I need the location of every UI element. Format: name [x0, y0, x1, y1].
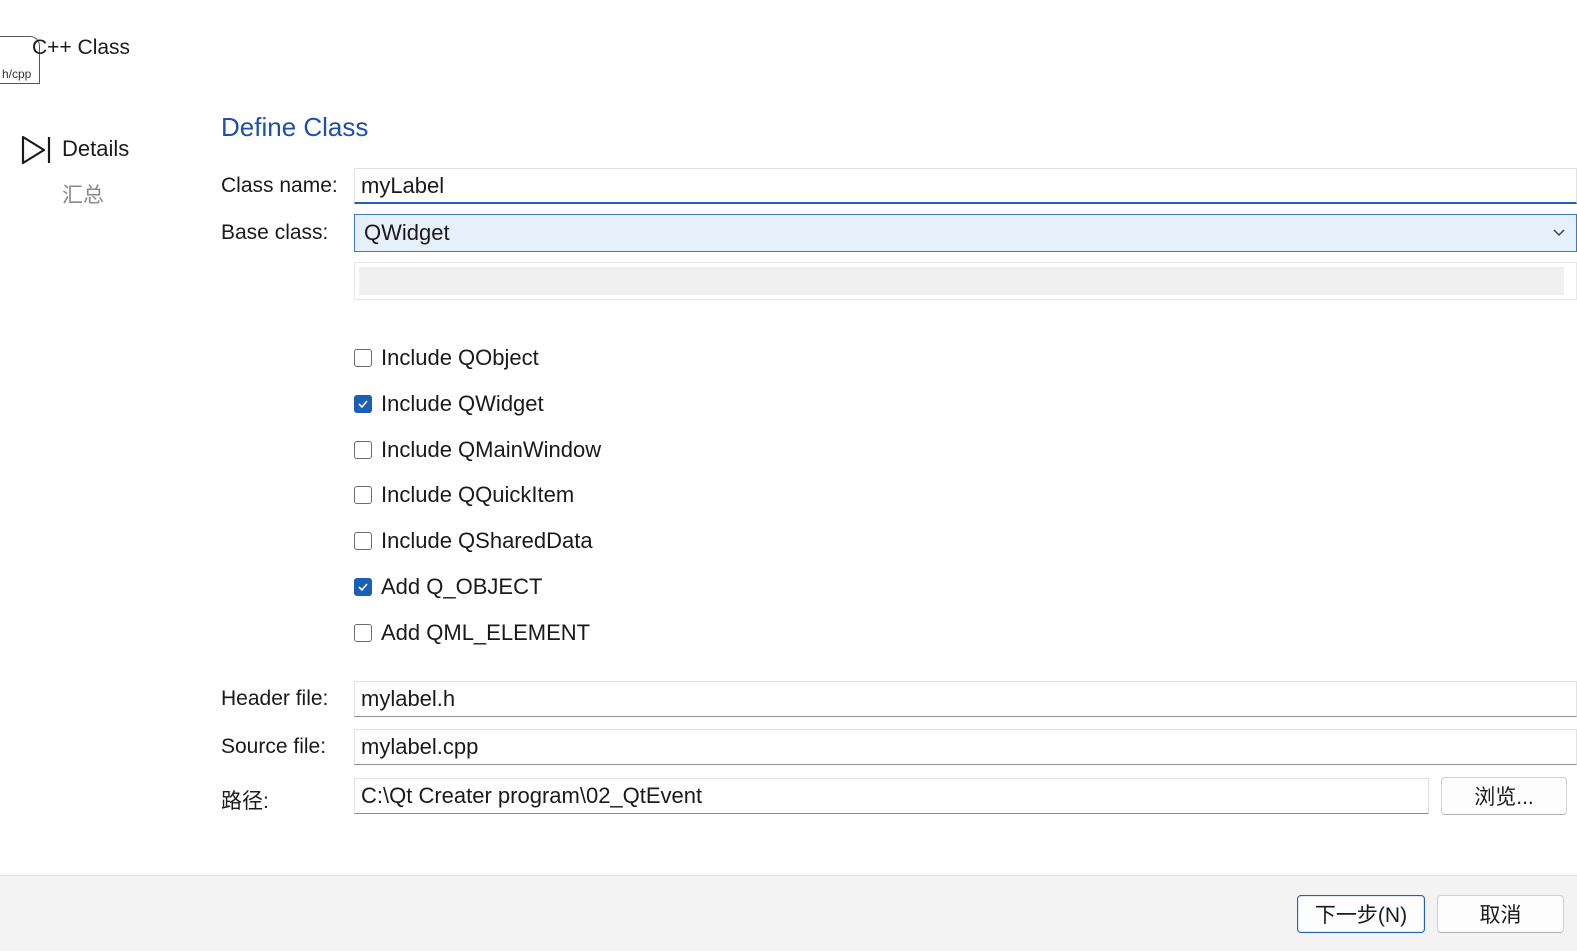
include-qmainwindow-checkbox[interactable]: Include QMainWindow [354, 436, 601, 464]
path-input[interactable]: C:\Qt Creater program\02_QtEvent [354, 778, 1429, 814]
base-class-label: Base class: [221, 221, 329, 244]
section-title: Define Class [221, 112, 369, 142]
checkbox-label: Include QObject [381, 345, 539, 370]
header-file-value: mylabel.h [361, 686, 456, 711]
path-value: C:\Qt Creater program\02_QtEvent [361, 783, 703, 808]
checkmark-icon [358, 583, 368, 592]
checkmark-icon [358, 400, 368, 409]
header-file-label: Header file: [221, 687, 329, 710]
step-details: Details [62, 136, 130, 161]
cancel-button[interactable]: 取消 [1437, 895, 1564, 933]
disabled-input-area [359, 267, 1564, 295]
base-class-combobox[interactable]: QWidget [354, 214, 1577, 252]
checkbox-label: Include QWidget [381, 391, 544, 416]
checkbox-box[interactable] [354, 532, 372, 550]
header-file-input[interactable]: mylabel.h [354, 681, 1577, 717]
source-file-value: mylabel.cpp [361, 734, 479, 759]
file-icon-ext: h/cpp [2, 67, 32, 81]
include-qquickitem-checkbox[interactable]: Include QQuickItem [354, 481, 574, 509]
checkbox-box[interactable] [354, 441, 372, 459]
class-name-value: myLabel [361, 172, 445, 198]
class-name-label: Class name: [221, 174, 338, 197]
source-file-label: Source file: [221, 735, 327, 758]
next-button[interactable]: 下一步(N) [1297, 895, 1425, 933]
checkbox-label: Include QMainWindow [381, 437, 602, 462]
class-name-input[interactable]: myLabel [354, 168, 1577, 204]
add-q-object-checkbox[interactable]: Add Q_OBJECT [354, 573, 542, 601]
checkbox-label: Add Q_OBJECT [381, 574, 543, 599]
wizard-title: C++ Class [32, 36, 131, 59]
include-qshareddata-checkbox[interactable]: Include QSharedData [354, 527, 593, 555]
path-label: 路径: [221, 790, 269, 813]
checkbox-box[interactable] [354, 486, 372, 504]
step-summary: 汇总 [62, 184, 104, 207]
include-qwidget-checkbox[interactable]: Include QWidget [354, 390, 544, 418]
checkbox-box[interactable] [354, 349, 372, 367]
checkbox-label: Include QQuickItem [381, 482, 575, 507]
current-step-arrow-icon [21, 135, 51, 165]
include-qobject-checkbox[interactable]: Include QObject [354, 344, 539, 372]
checkbox-label: Include QSharedData [381, 528, 593, 553]
new-class-wizard: h/cpp C++ Class Details 汇总 Define Class … [0, 0, 1577, 951]
base-class-value: QWidget [364, 220, 450, 245]
checkbox-box[interactable] [354, 395, 372, 413]
chevron-down-icon [1553, 229, 1565, 237]
checkbox-label: Add QML_ELEMENT [381, 620, 591, 645]
browse-button[interactable]: 浏览... [1441, 777, 1567, 815]
source-file-input[interactable]: mylabel.cpp [354, 729, 1577, 765]
add-qml-element-checkbox[interactable]: Add QML_ELEMENT [354, 619, 590, 647]
base-class-custom-field [354, 262, 1577, 300]
checkbox-box[interactable] [354, 578, 372, 596]
checkbox-box[interactable] [354, 624, 372, 642]
